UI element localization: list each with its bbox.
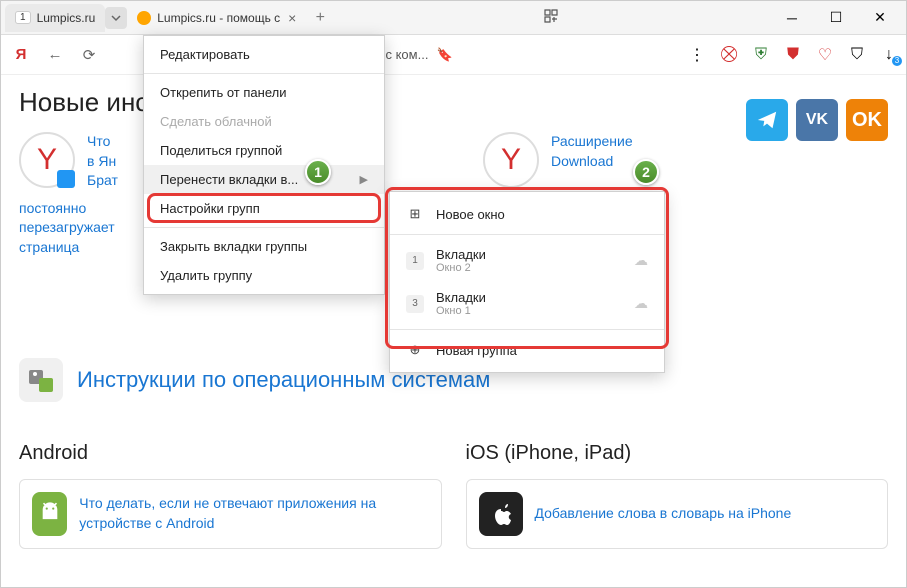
telegram-icon <box>756 109 778 131</box>
vk-button[interactable]: VK <box>796 99 838 141</box>
tab-2[interactable]: Lumpics.ru - помощь с × <box>127 4 308 32</box>
ctx-move-tabs[interactable]: Перенести вкладки в... ▶ <box>144 165 384 194</box>
sub-new-window[interactable]: ⊞ Новое окно <box>390 198 664 230</box>
new-tab-button[interactable]: + <box>308 9 332 27</box>
tab-bar: 1 Lumpics.ru Lumpics.ru - помощь с × + ─… <box>1 1 906 35</box>
annotation-badge-1: 1 <box>305 159 331 185</box>
cloud-icon: ☁ <box>634 252 648 269</box>
tab-count-badge: 1 <box>15 11 31 24</box>
tab-label: Lumpics.ru - помощь с <box>157 11 280 25</box>
lock-shield-icon[interactable]: ⛊ <box>784 46 802 64</box>
yandex-logo-icon[interactable]: Я <box>9 43 33 67</box>
tab-1[interactable]: 1 Lumpics.ru <box>5 4 105 32</box>
move-tabs-submenu: ⊞ Новое окно 1 Вкладки Окно 2 ☁ 3 Вкладк… <box>389 191 665 373</box>
apple-icon <box>479 492 523 536</box>
separator <box>144 73 384 74</box>
chevron-down-icon <box>111 13 121 23</box>
ctx-delete-group[interactable]: Удалить группу <box>144 261 384 290</box>
security-shield-icon[interactable]: ⛨ <box>752 46 770 64</box>
tab-group-context-menu: Редактировать Открепить от панели Сделат… <box>143 35 385 295</box>
chevron-right-icon: ▶ <box>360 173 368 186</box>
ios-column: iOS (iPhone, iPad) Добавление слова в сл… <box>466 442 889 549</box>
address-field[interactable]: омощь с ком... 🔖 <box>341 47 641 63</box>
tab-group-dropdown[interactable] <box>105 7 127 29</box>
collections-icon[interactable] <box>533 8 569 27</box>
adblock-icon[interactable]: ⛒ <box>720 46 738 64</box>
social-buttons: VK OK <box>746 99 888 141</box>
tab-label: Lumpics.ru <box>37 11 96 25</box>
ctx-make-cloud: Сделать облачной <box>144 107 384 136</box>
android-icon <box>32 492 67 536</box>
heart-icon[interactable]: ♡ <box>816 46 834 64</box>
extension-icons: ⋮ ⛒ ⛨ ⛊ ♡ ⛉ ↓ <box>688 46 898 64</box>
downloads-icon[interactable]: ↓ <box>880 46 898 64</box>
separator <box>144 227 384 228</box>
more-icon[interactable]: ⋮ <box>688 46 706 64</box>
ios-heading: iOS (iPhone, iPad) <box>466 442 889 465</box>
telegram-button[interactable] <box>746 99 788 141</box>
new-window-icon: ⊞ <box>406 206 424 222</box>
separator <box>390 329 664 330</box>
android-column: Android Что делать, если не отвечают при… <box>19 442 442 549</box>
os-section-icon <box>19 358 63 402</box>
close-icon[interactable]: × <box>286 10 298 26</box>
ctx-close-tabs[interactable]: Закрыть вкладки группы <box>144 232 384 261</box>
close-button[interactable]: ✕ <box>858 3 902 33</box>
tab-count-badge: 1 <box>406 252 424 270</box>
ctx-unpin[interactable]: Открепить от панели <box>144 78 384 107</box>
maximize-button[interactable]: ☐ <box>814 3 858 33</box>
address-bar: Я ← ⟳ омощь с ком... 🔖 ⋮ ⛒ ⛨ ⛊ ♡ ⛉ ↓ <box>1 35 906 75</box>
separator <box>390 234 664 235</box>
sub-window-2[interactable]: 1 Вкладки Окно 2 ☁ <box>390 239 664 282</box>
ctx-group-settings[interactable]: Настройки групп <box>144 194 384 223</box>
window-controls: ─ ☐ ✕ <box>770 3 902 33</box>
sub-window-1[interactable]: 3 Вкладки Окно 1 ☁ <box>390 282 664 325</box>
yandex-browser-icon: Y <box>483 132 539 188</box>
ctx-share-group[interactable]: Поделиться группой <box>144 136 384 165</box>
os-row: Android Что делать, если не отвечают при… <box>19 442 888 549</box>
android-heading: Android <box>19 442 442 465</box>
ios-link[interactable]: Добавление слова в словарь на iPhone <box>535 504 792 524</box>
tab-count-badge: 3 <box>406 295 424 313</box>
ctx-edit[interactable]: Редактировать <box>144 40 384 69</box>
ios-card[interactable]: Добавление слова в словарь на iPhone <box>466 479 889 549</box>
card-link[interactable]: Чтов ЯнБрат <box>87 133 118 188</box>
cloud-icon: ☁ <box>634 295 648 312</box>
reload-button[interactable]: ⟳ <box>77 43 101 67</box>
card-text: РасширениеDownload <box>551 132 633 171</box>
yandex-browser-icon: Y <box>19 132 75 188</box>
minimize-button[interactable]: ─ <box>770 3 814 33</box>
bookmark-icon[interactable]: 🔖 <box>436 47 452 63</box>
new-group-icon: ⊕ <box>406 342 424 358</box>
card-text: Чтов ЯнБрат <box>87 132 118 191</box>
ok-button[interactable]: OK <box>846 99 888 141</box>
card-link[interactable]: РасширениеDownload <box>551 133 633 169</box>
android-link[interactable]: Что делать, если не отвечают приложения … <box>79 494 428 533</box>
favicon-icon <box>137 11 151 25</box>
feedback-icon[interactable]: ⛉ <box>848 46 866 64</box>
back-button[interactable]: ← <box>43 43 67 67</box>
sub-new-group[interactable]: ⊕ Новая группа <box>390 334 664 366</box>
annotation-badge-2: 2 <box>633 159 659 185</box>
android-card[interactable]: Что делать, если не отвечают приложения … <box>19 479 442 549</box>
